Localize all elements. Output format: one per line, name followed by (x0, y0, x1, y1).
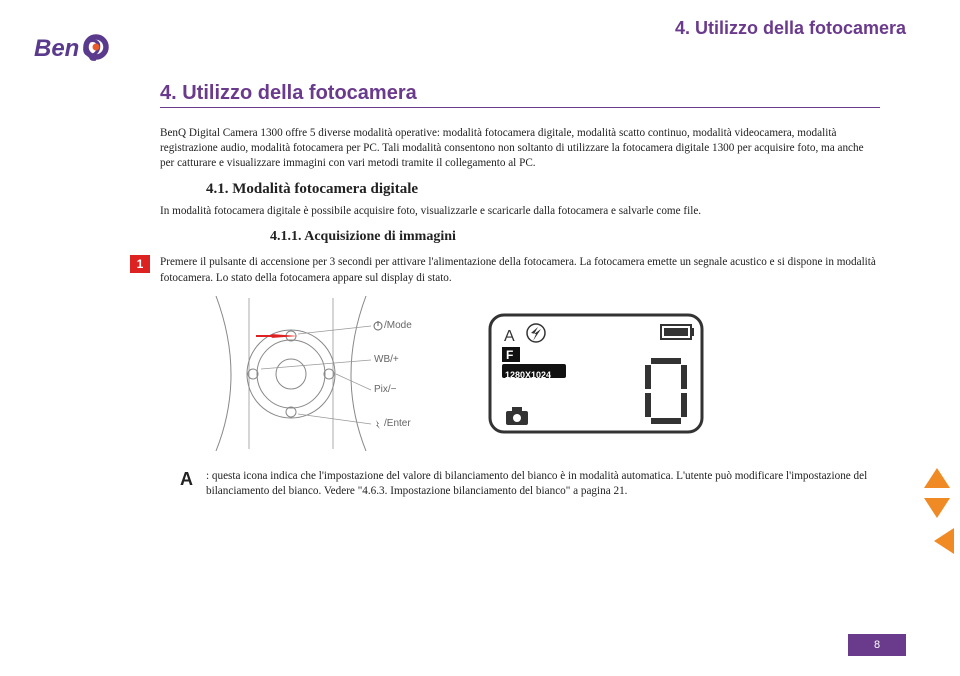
lcd-status-diagram: A F (486, 311, 706, 436)
mode-label: /Mode (384, 320, 412, 331)
page-number: 8 (848, 634, 906, 656)
svg-text:F: F (506, 348, 513, 362)
lcd-resolution: 1280X1024 (505, 370, 551, 380)
step-number-badge: 1 (130, 255, 150, 273)
camera-back-diagram: /Mode WB/+ Pix/− /Enter (206, 296, 466, 451)
subsection-text: In modalità fotocamera digitale è possib… (160, 204, 880, 219)
step-text: Premere il pulsante di accensione per 3 … (160, 255, 880, 285)
lcd-a-char: A (504, 328, 515, 345)
section-intro: BenQ Digital Camera 1300 offre 5 diverse… (160, 126, 880, 171)
nav-back-icon[interactable] (934, 528, 954, 554)
pix-label: Pix/− (374, 384, 397, 395)
subsubsection-title: 4.1.1. Acquisizione di immagini (270, 229, 880, 245)
svg-text:Ben: Ben (34, 35, 79, 62)
step-row: 1 Premere il pulsante di accensione per … (130, 255, 880, 285)
diagrams-row: /Mode WB/+ Pix/− /Enter A F (206, 296, 880, 451)
running-header: 4. Utilizzo della fotocamera (675, 18, 906, 39)
subsection-title: 4.1. Modalità fotocamera digitale (206, 181, 880, 198)
main-content: 4. Utilizzo della fotocamera BenQ Digita… (160, 82, 880, 499)
nav-up-icon[interactable] (924, 468, 950, 488)
enter-label: /Enter (384, 418, 411, 429)
section-title: 4. Utilizzo della fotocamera (160, 82, 880, 108)
benq-logo: Ben Q (34, 34, 134, 67)
legend-text: : questa icona indica che l'impostazione… (206, 469, 880, 499)
legend-letter: A (180, 469, 198, 490)
nav-down-icon[interactable] (924, 498, 950, 518)
wb-label: WB/+ (374, 354, 399, 365)
legend-row: A : questa icona indica che l'impostazio… (180, 469, 880, 499)
